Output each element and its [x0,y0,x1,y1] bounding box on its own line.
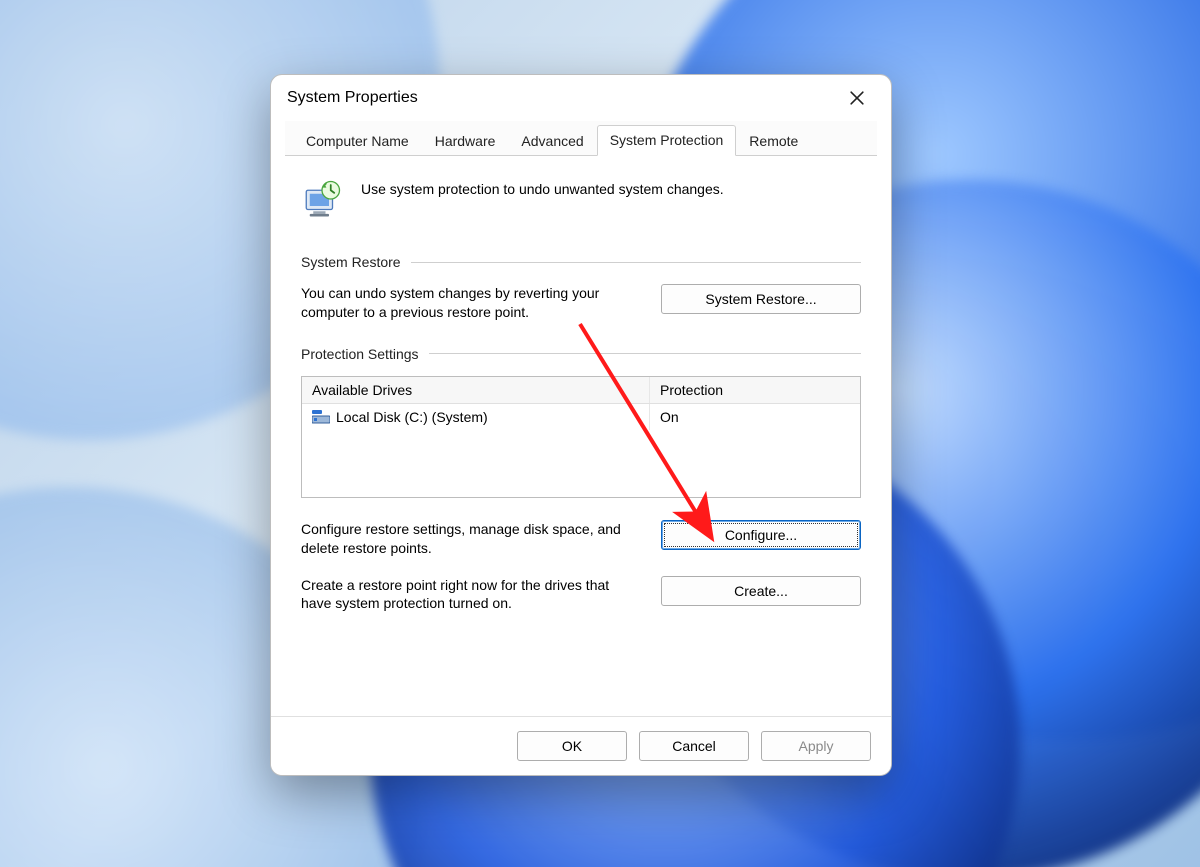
apply-button: Apply [761,731,871,761]
col-available-drives: Available Drives [302,377,650,403]
titlebar: System Properties [271,75,891,121]
tab-computer-name[interactable]: Computer Name [293,126,422,156]
intro: Use system protection to undo unwanted s… [301,178,861,220]
tab-remote[interactable]: Remote [736,126,811,156]
tab-hardware[interactable]: Hardware [422,126,509,156]
close-icon [850,91,864,105]
create-description: Create a restore point right now for the… [301,576,643,614]
create-button[interactable]: Create... [661,576,861,606]
drive-row[interactable]: Local Disk (C:) (System) On [302,404,860,430]
tab-system-protection[interactable]: System Protection [597,125,737,156]
tabstrip: Computer Name Hardware Advanced System P… [285,121,877,156]
ok-button[interactable]: OK [517,731,627,761]
tab-body: Use system protection to undo unwanted s… [271,156,891,645]
desktop-wallpaper: System Properties Computer Name Hardware… [0,0,1200,867]
configure-description: Configure restore settings, manage disk … [301,520,643,558]
group-protection-settings: Protection Settings Available Drives Pro… [301,346,861,614]
divider [411,262,861,263]
group-label-protection: Protection Settings [301,346,419,362]
group-label-restore: System Restore [301,254,401,270]
system-properties-dialog: System Properties Computer Name Hardware… [270,74,892,776]
system-restore-button[interactable]: System Restore... [661,284,861,314]
col-protection: Protection [650,377,860,403]
configure-button[interactable]: Configure... [661,520,861,550]
drive-status: On [650,404,860,430]
window-title: System Properties [287,89,418,107]
drive-name: Local Disk (C:) (System) [336,409,488,425]
restore-description: You can undo system changes by reverting… [301,284,643,322]
drive-icon [312,410,330,424]
group-system-restore: System Restore You can undo system chang… [301,254,861,322]
cancel-button[interactable]: Cancel [639,731,749,761]
system-protection-icon [301,178,343,220]
drives-header: Available Drives Protection [302,377,860,404]
intro-text: Use system protection to undo unwanted s… [361,181,724,197]
drives-list[interactable]: Available Drives Protection Local Disk (… [301,376,861,498]
close-button[interactable] [837,82,877,114]
divider [429,353,861,354]
dialog-footer: OK Cancel Apply [271,716,891,775]
tab-advanced[interactable]: Advanced [508,126,596,156]
